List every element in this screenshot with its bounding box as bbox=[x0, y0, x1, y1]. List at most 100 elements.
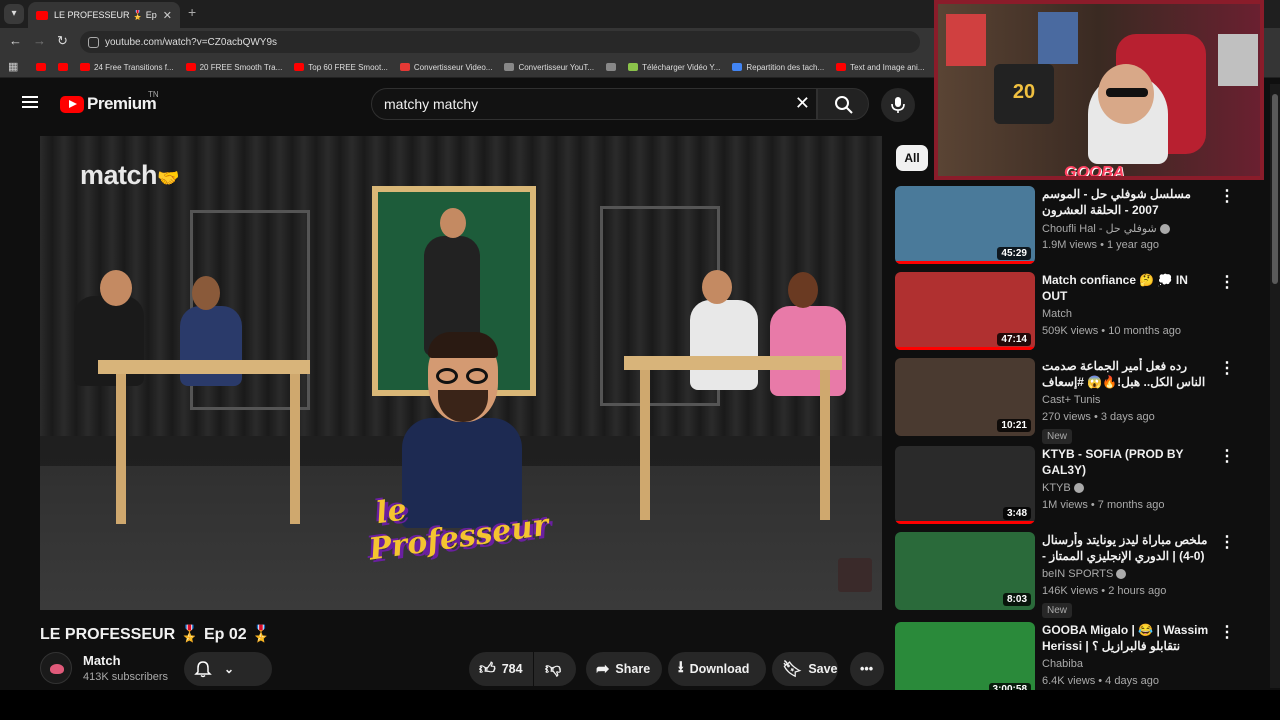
new-tab-button[interactable]: + bbox=[188, 4, 196, 20]
recommended-video[interactable]: 8:03 ملخص مباراة ليدز يونايتد وأرسنال (0-… bbox=[895, 532, 1235, 618]
more-horizontal-icon: ••• bbox=[860, 662, 874, 676]
chevron-down-icon: ⌄ bbox=[224, 662, 235, 676]
video-thumbnail[interactable]: 8:03 bbox=[895, 532, 1035, 610]
recommended-video[interactable]: 10:21 رده فعل أمير الجماعة صدمت الناس الك… bbox=[895, 358, 1235, 444]
recommended-video-title[interactable]: ملخص مباراة ليدز يونايتد وأرسنال (0-4) |… bbox=[1042, 532, 1212, 566]
back-arrow-icon[interactable]: ← bbox=[9, 33, 22, 48]
search-button[interactable] bbox=[817, 88, 869, 120]
more-vertical-icon[interactable]: ⋮ bbox=[1219, 532, 1235, 552]
recommended-channel[interactable]: Choufli Hal - شوفلي حل bbox=[1042, 222, 1170, 235]
close-tab-icon[interactable]: ✕ bbox=[163, 9, 172, 22]
more-actions-button[interactable]: ••• bbox=[850, 652, 884, 686]
recommended-video[interactable]: 45:29 مسلسل شوفلي حل - الموسم 2007 - الحل… bbox=[895, 186, 1235, 266]
video-duration: 47:14 bbox=[997, 333, 1031, 346]
menu-hamburger-icon[interactable] bbox=[22, 96, 38, 108]
recommended-video-title[interactable]: GOOBA Migalo | 😂 | Wassim Herissi | نتقا… bbox=[1042, 622, 1212, 654]
more-vertical-icon[interactable]: ⋮ bbox=[1219, 446, 1235, 466]
page-scrollbar[interactable] bbox=[1270, 84, 1280, 688]
recommended-video-title[interactable]: مسلسل شوفلي حل - الموسم 2007 - الحلقة ال… bbox=[1042, 186, 1212, 218]
glasses-icon bbox=[436, 368, 490, 384]
match-watermark: match🤝 bbox=[80, 160, 179, 190]
reload-icon[interactable]: ↻ bbox=[57, 33, 68, 49]
recommended-video-title[interactable]: Match confiance 🤔 💭 IN OUT bbox=[1042, 272, 1212, 304]
video-thumbnail[interactable]: 3:00:58 bbox=[895, 622, 1035, 700]
like-button[interactable]: 👍︎ 784 bbox=[469, 652, 533, 686]
recommended-video[interactable]: 3:48 KTYB - SOFIA (PROD BY GAL3Y) KTYB 1M v… bbox=[895, 446, 1235, 526]
bookmark-item[interactable]: Repartition des tach... bbox=[732, 63, 824, 72]
more-vertical-icon[interactable]: ⋮ bbox=[1219, 272, 1235, 292]
channel-avatar[interactable] bbox=[40, 652, 72, 684]
more-vertical-icon[interactable]: ⋮ bbox=[1219, 358, 1235, 378]
share-icon: ➦ bbox=[596, 661, 610, 678]
recommended-channel[interactable]: Cast+ Tunis bbox=[1042, 394, 1100, 406]
recommended-video-title[interactable]: رده فعل أمير الجماعة صدمت الناس الكل.. ه… bbox=[1042, 358, 1212, 390]
tab-title: LE PROFESSEUR 🎖️ Ep 02 🎖️ - bbox=[54, 9, 159, 20]
bookmark-item[interactable] bbox=[606, 63, 617, 71]
channel-name[interactable]: Match bbox=[83, 653, 121, 668]
forward-arrow-icon[interactable]: → bbox=[33, 33, 46, 48]
clear-search-icon[interactable]: ✕ bbox=[795, 93, 810, 114]
bookmark-favicon-icon bbox=[628, 63, 639, 71]
site-info-icon[interactable] bbox=[88, 36, 99, 48]
voice-search-button[interactable] bbox=[881, 88, 915, 122]
bookmark-label: Convertisseur YouT... bbox=[518, 62, 595, 72]
student-2-head bbox=[192, 276, 220, 310]
logo-text: Premium bbox=[87, 94, 157, 113]
wall-poster bbox=[1218, 34, 1258, 86]
student-2 bbox=[180, 306, 242, 386]
more-vertical-icon[interactable]: ⋮ bbox=[1219, 622, 1235, 642]
recommended-video-meta: 509K views • 10 months ago bbox=[1042, 325, 1181, 337]
recommended-channel[interactable]: Chabiba bbox=[1042, 658, 1083, 670]
share-button[interactable]: ➦ Share bbox=[586, 652, 662, 686]
download-button[interactable]: ⭳ Download bbox=[668, 652, 766, 686]
channel-branding-icon[interactable] bbox=[838, 558, 872, 592]
thumbs-down-icon: 👎︎ bbox=[545, 660, 562, 678]
video-thumbnail[interactable]: 47:14 bbox=[895, 272, 1035, 350]
bookmark-item[interactable]: Convertisseur YouT... bbox=[504, 63, 594, 72]
dislike-button[interactable]: 👎︎ bbox=[534, 652, 576, 686]
recommended-video-title[interactable]: KTYB - SOFIA (PROD BY GAL3Y) bbox=[1042, 446, 1212, 478]
recommended-channel-name: KTYB bbox=[1042, 482, 1071, 494]
bookmark-item[interactable] bbox=[36, 63, 46, 71]
subscription-notifications-button[interactable]: ⌄ bbox=[184, 652, 272, 686]
bookmark-item[interactable]: Convertisseur Video... bbox=[399, 63, 492, 72]
recommended-channel-name: Cast+ Tunis bbox=[1042, 394, 1101, 406]
more-vertical-icon[interactable]: ⋮ bbox=[1219, 186, 1235, 206]
search-input[interactable]: matchy matchy ✕ bbox=[371, 88, 817, 120]
address-bar[interactable]: youtube.com/watch?v=CZ0acbQWY9s bbox=[80, 31, 920, 53]
bookmark-favicon-icon bbox=[732, 63, 743, 71]
save-button[interactable]: 🔖︎ Save bbox=[772, 652, 838, 686]
tab-search-button[interactable]: ▾ bbox=[4, 4, 24, 24]
verified-check-icon bbox=[1159, 224, 1170, 235]
wall-poster bbox=[1038, 12, 1078, 64]
microphone-icon bbox=[891, 97, 905, 113]
filter-chip-all[interactable]: All bbox=[896, 145, 928, 171]
youtube-premium-logo[interactable]: Premium TN bbox=[60, 90, 159, 114]
search-icon bbox=[835, 96, 853, 114]
browser-tab[interactable]: LE PROFESSEUR 🎖️ Ep 02 🎖️ - ✕ bbox=[28, 2, 180, 28]
bookmark-item[interactable]: 20 FREE Smooth Tra... bbox=[185, 63, 282, 72]
download-label: Download bbox=[689, 662, 750, 676]
streamer-webcam-overlay: 20 GOOBA bbox=[934, 0, 1264, 180]
bookmark-label: Repartition des tach... bbox=[746, 62, 825, 72]
recommended-video[interactable]: 47:14 Match confiance 🤔 💭 IN OUT Match 509K… bbox=[895, 272, 1235, 352]
video-thumbnail[interactable]: 45:29 bbox=[895, 186, 1035, 264]
video-thumbnail[interactable]: 3:48 bbox=[895, 446, 1035, 524]
bookmark-label: Télécharger Vidéo Y... bbox=[642, 62, 721, 72]
recommended-channel[interactable]: Match bbox=[1042, 308, 1072, 320]
recommended-video-meta: 1.9M views • 1 year ago bbox=[1042, 239, 1159, 251]
bookmark-item[interactable] bbox=[58, 63, 68, 71]
bookmark-item[interactable]: Télécharger Vidéo Y... bbox=[628, 63, 720, 72]
video-player[interactable]: le Professeur match🤝 bbox=[40, 136, 882, 610]
bookmark-item[interactable]: 24 Free Transitions f... bbox=[80, 63, 174, 72]
download-icon: ⭳ bbox=[678, 658, 684, 676]
recommended-channel[interactable]: KTYB bbox=[1042, 482, 1084, 494]
watch-progress-bar bbox=[895, 347, 1035, 350]
scrollbar-thumb[interactable] bbox=[1272, 94, 1278, 284]
bookmark-favicon-icon bbox=[185, 63, 196, 71]
bookmark-item[interactable]: Top 60 FREE Smoot... bbox=[294, 63, 388, 72]
apps-grid-icon[interactable]: ▦ bbox=[8, 60, 18, 73]
recommended-channel[interactable]: beIN SPORTS bbox=[1042, 568, 1127, 580]
video-thumbnail[interactable]: 10:21 bbox=[895, 358, 1035, 436]
bookmark-item[interactable]: Text and Image ani... bbox=[836, 63, 924, 72]
